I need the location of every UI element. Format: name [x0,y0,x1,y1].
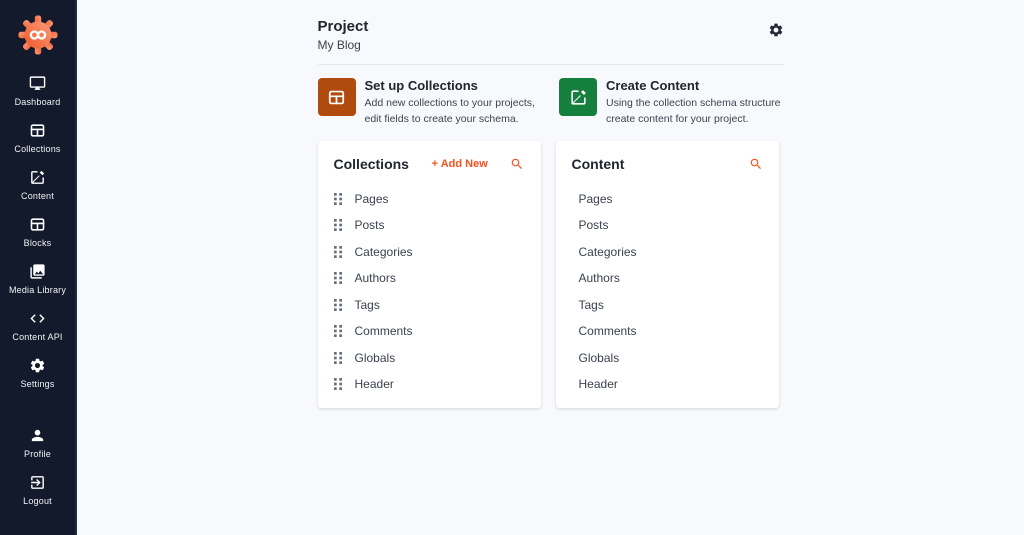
gear-icon [29,357,46,374]
drag-handle-icon[interactable] [334,325,343,337]
collection-name: Tags [355,298,380,312]
drag-handle-icon[interactable] [334,272,343,284]
infinity-gear-logo[interactable] [16,13,60,57]
app-window: Dashboard Collections Content Blocks [0,0,1024,535]
create-content-card[interactable]: Create Content Using the collection sche… [559,78,784,128]
content-row-tags[interactable]: Tags [556,292,779,319]
sidebar-item-content[interactable]: Content [0,169,75,201]
collection-row-comments[interactable]: Comments [318,318,541,345]
sidebar-item-label: Collections [14,144,60,154]
main-area: Project My Blog Set up Collections Add n… [77,0,1024,535]
header-divider [318,64,784,65]
collection-row-header[interactable]: Header [318,371,541,398]
edit-icon [559,78,597,116]
content-name: Globals [579,351,620,365]
edit-icon [29,169,46,186]
sidebar-item-logout[interactable]: Logout [0,474,75,506]
sidebar-item-label: Content [21,191,54,201]
collections-list: Pages Posts Categories [318,182,541,398]
collection-row-globals[interactable]: Globals [318,345,541,372]
content-list: Pages Posts Categories [556,182,779,398]
collection-row-tags[interactable]: Tags [318,292,541,319]
sidebar-item-label: Dashboard [15,97,61,107]
content-name: Tags [579,298,604,312]
card-description: Add new collections to your projects, ed… [365,96,543,128]
sidebar: Dashboard Collections Content Blocks [0,0,77,535]
card-title: Create Content [606,78,784,93]
collection-name: Pages [355,192,389,206]
content-name: Header [579,377,618,391]
sidebar-nav: Dashboard Collections Content Blocks [0,75,75,404]
content-row-posts[interactable]: Posts [556,212,779,239]
content-row-categories[interactable]: Categories [556,239,779,266]
panels-row: Collections + Add New Pages [318,141,784,408]
code-icon [29,310,46,327]
sidebar-footer: Profile Logout [0,427,75,535]
content-name: Authors [579,271,620,285]
table-icon [318,78,356,116]
drag-handle-icon[interactable] [334,352,343,364]
drag-handle-icon[interactable] [334,378,343,390]
drag-handle-icon[interactable] [334,246,343,258]
collections-panel: Collections + Add New Pages [318,141,541,408]
content-name: Comments [579,324,637,338]
sidebar-item-collections[interactable]: Collections [0,122,75,154]
sidebar-item-content-api[interactable]: Content API [0,310,75,342]
sidebar-item-dashboard[interactable]: Dashboard [0,75,75,107]
sidebar-item-profile[interactable]: Profile [0,427,75,459]
card-title: Set up Collections [365,78,543,93]
drag-handle-icon[interactable] [334,193,343,205]
setup-collections-card[interactable]: Set up Collections Add new collections t… [318,78,543,128]
page-header: Project My Blog [318,18,784,52]
content-row-pages[interactable]: Pages [556,186,779,213]
sidebar-item-label: Settings [20,379,54,389]
collection-name: Header [355,377,394,391]
collection-row-authors[interactable]: Authors [318,265,541,292]
add-new-button[interactable]: + Add New [432,158,488,170]
search-icon[interactable] [510,157,524,171]
search-icon[interactable] [749,157,763,171]
collections-panel-title: Collections [334,156,409,172]
collection-name: Categories [355,245,413,259]
collection-row-posts[interactable]: Posts [318,212,541,239]
project-settings-gear-icon[interactable] [768,22,784,38]
sidebar-item-settings[interactable]: Settings [0,357,75,389]
collection-name: Globals [355,351,396,365]
content-name: Posts [579,218,609,232]
collection-name: Comments [355,324,413,338]
table-icon [29,216,46,233]
sidebar-item-media-library[interactable]: Media Library [0,263,75,295]
logout-icon [29,474,46,491]
content-row-authors[interactable]: Authors [556,265,779,292]
content-name: Pages [579,192,613,206]
monitor-icon [29,75,46,92]
sidebar-item-label: Logout [23,496,52,506]
table-icon [29,122,46,139]
info-cards-row: Set up Collections Add new collections t… [318,78,784,128]
content-panel: Content Pages Posts [556,141,779,408]
collection-name: Posts [355,218,385,232]
page-subtitle: My Blog [318,38,369,52]
drag-handle-icon[interactable] [334,299,343,311]
content-name: Categories [579,245,637,259]
card-description: Using the collection schema structure cr… [606,96,784,128]
sidebar-item-blocks[interactable]: Blocks [0,216,75,248]
sidebar-item-label: Profile [24,449,51,459]
drag-handle-icon[interactable] [334,219,343,231]
user-icon [29,427,46,444]
sidebar-item-label: Media Library [9,285,66,295]
photo-icon [29,263,46,280]
project-title-block: Project My Blog [318,18,369,52]
collection-row-categories[interactable]: Categories [318,239,541,266]
collection-row-pages[interactable]: Pages [318,186,541,213]
content-row-header[interactable]: Header [556,371,779,398]
collection-name: Authors [355,271,396,285]
page-title: Project [318,18,369,35]
content-panel-title: Content [572,156,625,172]
content-row-globals[interactable]: Globals [556,345,779,372]
sidebar-item-label: Content API [12,332,62,342]
sidebar-item-label: Blocks [24,238,52,248]
content-row-comments[interactable]: Comments [556,318,779,345]
